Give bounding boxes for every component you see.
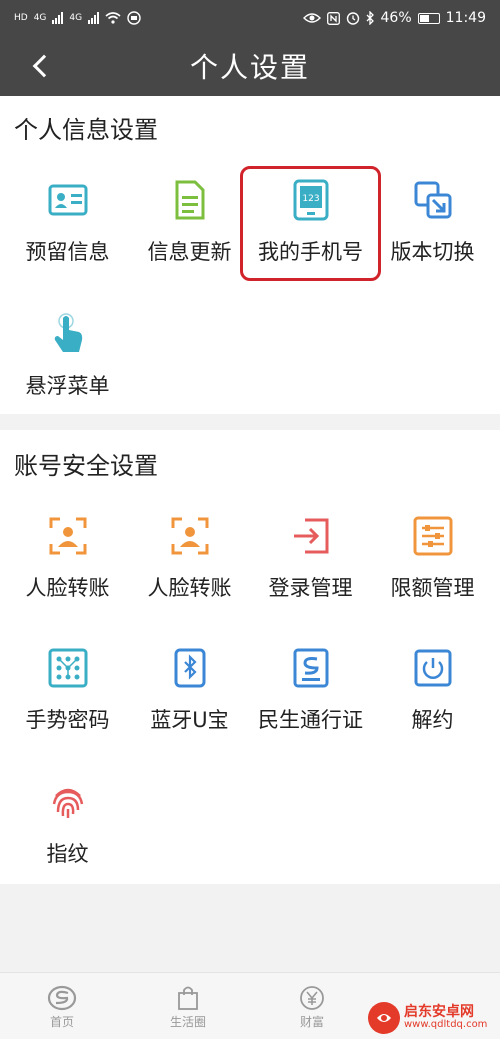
item-face-transfer-2[interactable]: 人脸转账 [127, 514, 252, 602]
home-logo-icon [47, 985, 77, 1011]
item-floating-menu[interactable]: 悬浮菜单 [5, 312, 130, 400]
watermark: 启东安卓网 www.qdltdq.com [368, 998, 494, 1038]
item-label: 蓝牙U宝 [150, 708, 229, 732]
item-label: 民生通行证 [258, 708, 363, 732]
page-title: 个人设置 [189, 51, 310, 84]
notification-icon [127, 11, 141, 25]
yen-icon [300, 986, 324, 1010]
alarm-icon [346, 12, 359, 25]
item-label: 登录管理 [268, 576, 353, 600]
power-icon [411, 646, 455, 690]
gesture-grid-icon [46, 646, 90, 690]
hd-badge: HD [14, 13, 28, 23]
item-reserved-info[interactable]: 预留信息 [5, 178, 130, 266]
eye-icon [302, 13, 321, 23]
signal-icon [88, 12, 100, 24]
title-bar: 个人设置 [0, 36, 500, 96]
clock: 11:49 [445, 10, 486, 26]
item-label: 人脸转账 [147, 576, 232, 600]
face-scan-icon [168, 514, 212, 558]
item-label: 信息更新 [147, 240, 232, 264]
tab-life-circle[interactable]: 生活圈 [148, 985, 228, 1030]
section-title-security: 账号安全设置 [14, 452, 158, 480]
watermark-logo-icon [368, 1002, 400, 1034]
item-label: 人脸转账 [25, 576, 110, 600]
item-label: 解约 [411, 708, 454, 732]
watermark-text: 启东安卓网 www.qdltdq.com [404, 1005, 487, 1030]
item-info-update[interactable]: 信息更新 [127, 178, 252, 266]
item-cancel-contract[interactable]: 解约 [370, 646, 495, 734]
item-limit-management[interactable]: 限额管理 [370, 514, 495, 602]
item-label: 手势密码 [25, 708, 110, 732]
item-label: 指纹 [46, 842, 89, 866]
item-bluetooth-ubao[interactable]: 蓝牙U宝 [127, 646, 252, 734]
item-gesture-password[interactable]: 手势密码 [5, 646, 130, 734]
item-label: 悬浮菜单 [25, 374, 110, 398]
bluetooth-key-icon [168, 646, 212, 690]
sliders-icon [411, 514, 455, 558]
account-security-section: 账号安全设置 人脸转账 人脸转账 登录管理 限额管理 手势密码 蓝牙U宝 民生通… [0, 430, 500, 884]
tab-wealth[interactable]: 财富 [272, 985, 352, 1030]
section-title-personal: 个人信息设置 [14, 116, 158, 144]
wifi-icon [105, 12, 121, 24]
signal-icon [52, 12, 64, 24]
shopping-bag-icon [178, 986, 198, 1010]
network-type-2: 4G [69, 13, 83, 23]
item-minsheng-passport[interactable]: 民生通行证 [248, 646, 373, 734]
status-bar: HD 4G 4G 46% 11:49 [0, 0, 500, 36]
item-version-switch[interactable]: 版本切换 [370, 178, 495, 266]
fingerprint-icon [46, 780, 90, 824]
item-label: 限额管理 [390, 576, 475, 600]
id-card-icon [46, 178, 90, 222]
item-face-transfer-1[interactable]: 人脸转账 [5, 514, 130, 602]
network-type-1: 4G [33, 13, 47, 23]
highlight-frame [240, 166, 381, 281]
watermark-line1: 启东安卓网 [404, 1004, 474, 1021]
face-scan-icon [46, 514, 90, 558]
switch-icon [411, 178, 455, 222]
nfc-icon [326, 11, 340, 25]
item-login-management[interactable]: 登录管理 [248, 514, 373, 602]
chevron-left-icon [32, 54, 56, 78]
item-label: 预留信息 [25, 240, 110, 264]
battery-icon [417, 12, 440, 24]
document-icon [168, 178, 212, 222]
tab-label: 生活圈 [169, 1015, 206, 1029]
login-icon [289, 514, 333, 558]
battery-percent: 46% [380, 10, 412, 26]
item-label: 版本切换 [390, 240, 475, 264]
tab-home[interactable]: 首页 [22, 985, 102, 1030]
status-bar-right: 46% 11:49 [302, 10, 486, 26]
item-fingerprint[interactable]: 指纹 [5, 780, 130, 868]
hand-pointer-icon [46, 312, 90, 356]
status-bar-left: HD 4G 4G [14, 11, 141, 25]
tab-label: 财富 [299, 1015, 324, 1029]
watermark-line2: www.qdltdq.com [404, 1019, 488, 1031]
passport-icon [289, 646, 333, 690]
bluetooth-icon [366, 11, 374, 25]
back-button[interactable] [24, 49, 58, 83]
tab-label: 首页 [49, 1015, 74, 1029]
